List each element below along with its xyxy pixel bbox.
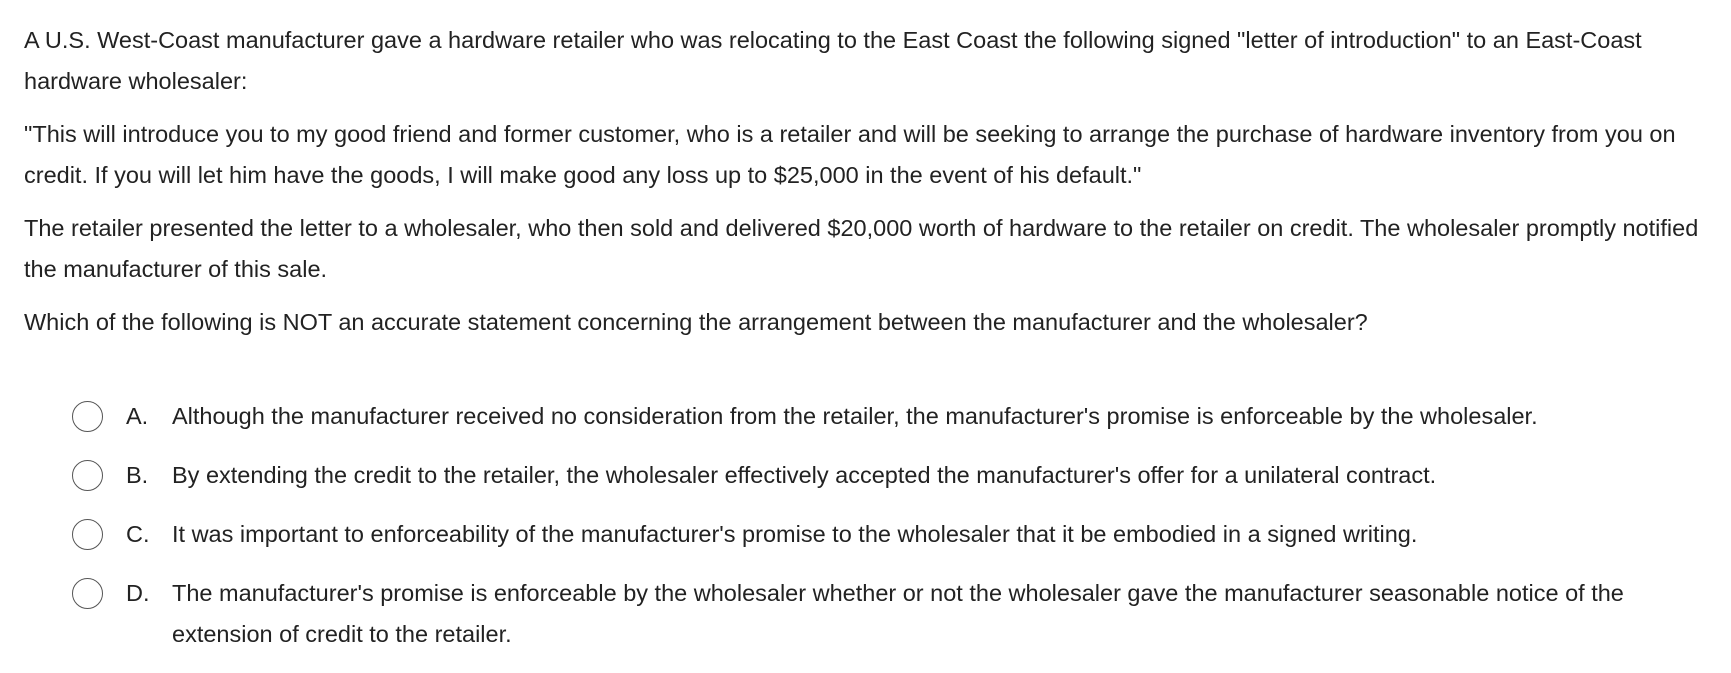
option-d-text: The manufacturer's promise is enforceabl… [172,580,1624,647]
option-d-radio[interactable] [72,578,103,609]
question-paragraph-2: "This will introduce you to my good frie… [24,121,1676,188]
question-stem: A U.S. West-Coast manufacturer gave a ha… [24,20,1714,355]
question-paragraph-1: A U.S. West-Coast manufacturer gave a ha… [24,27,1642,94]
option-b[interactable]: B. By extending the credit to the retail… [72,455,1712,496]
option-c-letter: C. [126,521,150,547]
option-b-radio[interactable] [72,460,103,491]
answer-options: A. Although the manufacturer received no… [72,396,1712,673]
option-a-letter: A. [126,403,149,429]
option-b-text: By extending the credit to the retailer,… [172,462,1437,488]
option-c-radio[interactable] [72,519,103,550]
option-a-radio[interactable] [72,401,103,432]
question-paragraph-3: The retailer presented the letter to a w… [24,215,1699,282]
option-d-letter: D. [126,580,150,606]
option-a-text: Although the manufacturer received no co… [172,403,1538,429]
option-c-text: It was important to enforceability of th… [172,521,1418,547]
question-prompt: Which of the following is NOT an accurat… [24,309,1368,335]
option-c[interactable]: C. It was important to enforceability of… [72,514,1712,555]
option-b-letter: B. [126,462,149,488]
option-d[interactable]: D. The manufacturer's promise is enforce… [72,573,1712,655]
option-a[interactable]: A. Although the manufacturer received no… [72,396,1712,437]
